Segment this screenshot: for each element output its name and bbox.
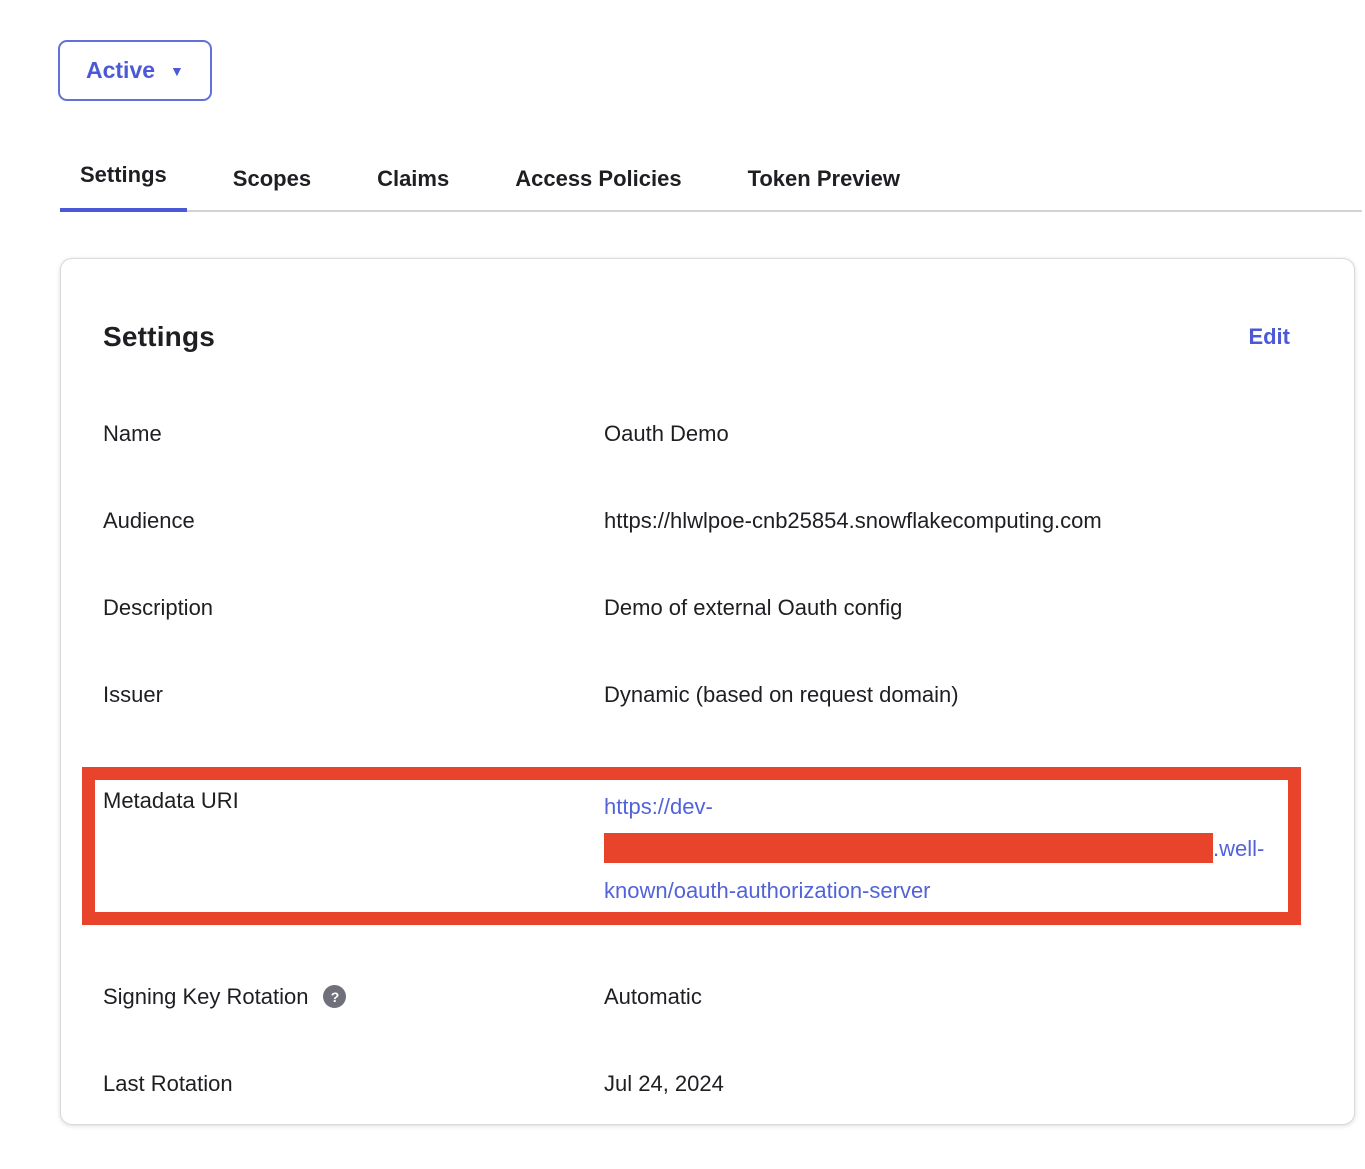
field-label: Issuer	[103, 680, 604, 710]
help-icon[interactable]: ?	[323, 985, 346, 1008]
field-value: https://hlwlpoe-cnb25854.snowflakecomput…	[604, 506, 1312, 536]
field-label-text: Signing Key Rotation	[103, 982, 308, 1012]
tab-settings[interactable]: Settings	[60, 154, 187, 212]
tab-access-policies[interactable]: Access Policies	[495, 158, 701, 212]
settings-card: Settings Edit Name Oauth Demo Audience h…	[60, 258, 1355, 1125]
field-row-last-rotation: Last Rotation Jul 24, 2024	[103, 1069, 1312, 1099]
field-label: Description	[103, 593, 604, 623]
annotation-highlight-box: Metadata URI https://dev- .well- known/o…	[82, 767, 1301, 925]
field-row-audience: Audience https://hlwlpoe-cnb25854.snowfl…	[103, 506, 1312, 536]
field-row-metadata-uri: Metadata URI https://dev- .well- known/o…	[103, 786, 1288, 912]
card-header: Settings Edit	[103, 321, 1312, 353]
field-row-signing-key-rotation: Signing Key Rotation ? Automatic	[103, 982, 1312, 1012]
field-value: Demo of external Oauth config	[604, 593, 1312, 623]
metadata-uri-link: https://dev- .well- known/oauth-authoriz…	[604, 786, 1288, 912]
field-value: Automatic	[604, 982, 1312, 1012]
field-label: Metadata URI	[103, 786, 604, 912]
field-row-description: Description Demo of external Oauth confi…	[103, 593, 1312, 623]
field-label: Name	[103, 419, 604, 449]
caret-down-icon: ▼	[170, 64, 184, 78]
field-value: Oauth Demo	[604, 419, 1312, 449]
tab-scopes[interactable]: Scopes	[213, 158, 331, 212]
field-row-name: Name Oauth Demo	[103, 419, 1312, 449]
metadata-uri-line2-suffix[interactable]: .well-	[1213, 836, 1264, 861]
edit-button[interactable]: Edit	[1248, 324, 1290, 350]
tab-token-preview[interactable]: Token Preview	[728, 158, 920, 212]
field-value: Dynamic (based on request domain)	[604, 680, 1312, 710]
metadata-uri-line3[interactable]: known/oauth-authorization-server	[604, 878, 931, 903]
field-row-issuer: Issuer Dynamic (based on request domain)	[103, 680, 1312, 710]
field-value: Jul 24, 2024	[604, 1069, 1312, 1099]
metadata-uri-line1[interactable]: https://dev-	[604, 794, 713, 819]
status-dropdown-button[interactable]: Active ▼	[58, 40, 212, 101]
tab-bar: Settings Scopes Claims Access Policies T…	[60, 154, 1362, 212]
card-title: Settings	[103, 321, 215, 353]
field-label: Audience	[103, 506, 604, 536]
status-label: Active	[86, 57, 155, 84]
tab-claims[interactable]: Claims	[357, 158, 469, 212]
field-label: Signing Key Rotation ?	[103, 982, 604, 1012]
field-label: Last Rotation	[103, 1069, 604, 1099]
redaction-bar	[604, 833, 1213, 863]
